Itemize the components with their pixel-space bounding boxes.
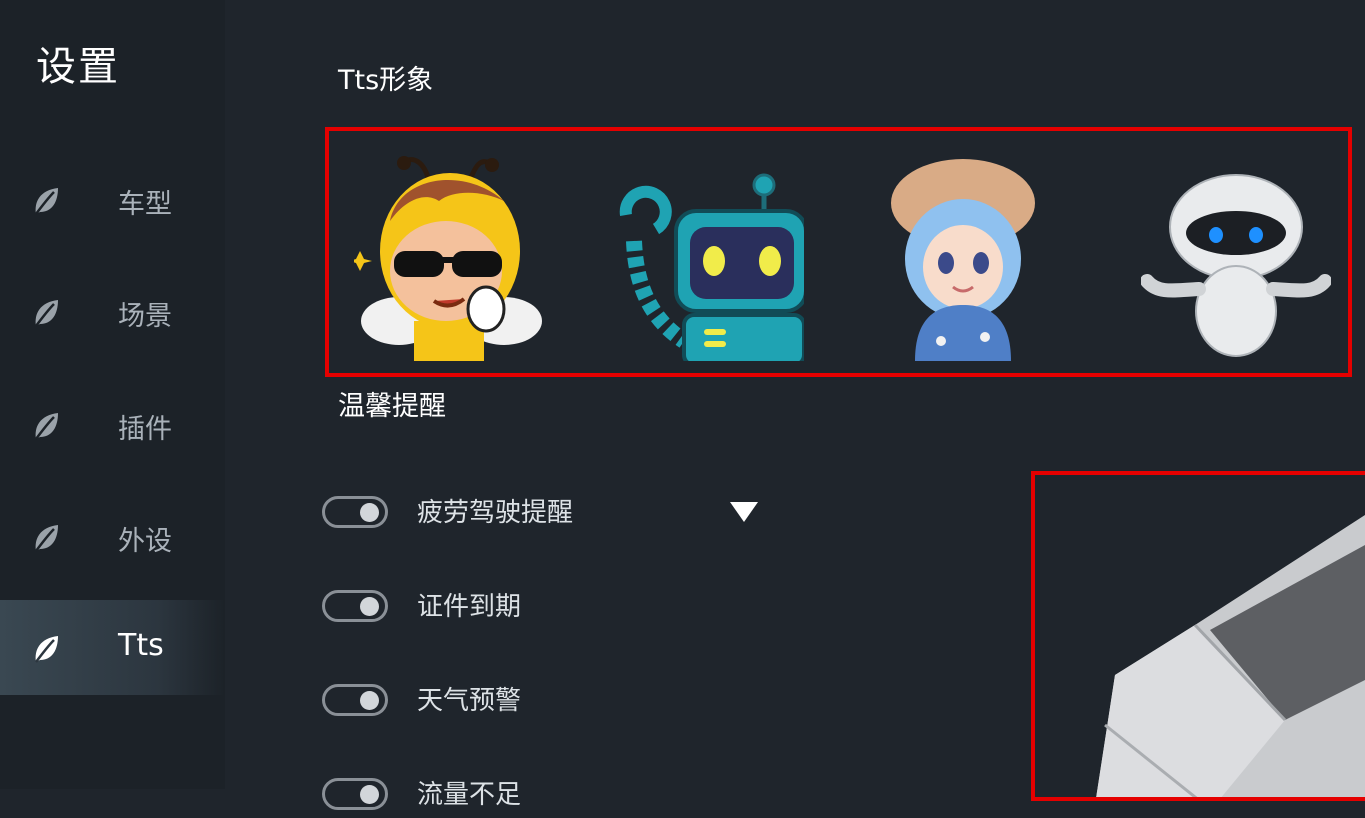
reminder-data-low: 流量不足 bbox=[322, 778, 782, 818]
reminder-fatigue-driving: 疲劳驾驶提醒 bbox=[322, 496, 782, 536]
toggle-label: 证件到期 bbox=[417, 592, 522, 622]
avatar-selector bbox=[325, 127, 1352, 377]
teal-robot-avatar[interactable] bbox=[614, 141, 804, 361]
sidebar-item-scene[interactable]: 场景 bbox=[0, 264, 225, 359]
white-robot-3d-model bbox=[1096, 515, 1365, 797]
leaf-icon bbox=[35, 188, 58, 215]
toggle-knob bbox=[360, 597, 379, 616]
reminders-title: 温馨提醒 bbox=[338, 391, 446, 422]
weather-warning-toggle[interactable] bbox=[322, 684, 388, 716]
data-low-toggle[interactable] bbox=[322, 778, 388, 810]
toggle-knob bbox=[360, 503, 379, 522]
sidebar-item-label: Tts bbox=[118, 628, 164, 663]
bee-sunglasses-avatar[interactable] bbox=[354, 141, 544, 361]
toggle-knob bbox=[360, 785, 379, 804]
sidebar: 设置 车型 场景 插件 外设 Tts bbox=[0, 0, 225, 789]
leaf-icon bbox=[35, 413, 58, 440]
document-expiry-toggle[interactable] bbox=[322, 590, 388, 622]
leaf-icon bbox=[35, 300, 58, 327]
leaf-icon bbox=[35, 525, 58, 552]
toggle-label: 流量不足 bbox=[417, 780, 522, 810]
dropdown-arrow-icon[interactable] bbox=[730, 502, 758, 522]
leaf-icon bbox=[35, 636, 58, 663]
sidebar-item-label: 外设 bbox=[118, 526, 172, 557]
tts-avatar-title: Tts形象 bbox=[338, 65, 434, 96]
sidebar-item-label: 插件 bbox=[118, 414, 172, 445]
toggle-knob bbox=[360, 691, 379, 710]
avatar-preview bbox=[1031, 471, 1365, 801]
toggle-label: 天气预警 bbox=[417, 686, 522, 716]
sidebar-item-label: 车型 bbox=[118, 189, 172, 220]
fatigue-driving-toggle[interactable] bbox=[322, 496, 388, 528]
white-robot-avatar[interactable] bbox=[1141, 141, 1331, 361]
reminder-weather-warning: 天气预警 bbox=[322, 684, 782, 724]
sidebar-item-car-model[interactable]: 车型 bbox=[0, 152, 225, 247]
sidebar-item-tts[interactable]: Tts bbox=[0, 600, 225, 695]
toggle-label: 疲劳驾驶提醒 bbox=[417, 498, 574, 528]
sidebar-item-plugin[interactable]: 插件 bbox=[0, 377, 225, 472]
sidebar-item-peripheral[interactable]: 外设 bbox=[0, 489, 225, 584]
page-title: 设置 bbox=[36, 44, 120, 90]
reminder-document-expiry: 证件到期 bbox=[322, 590, 782, 630]
sidebar-item-label: 场景 bbox=[118, 301, 172, 332]
blue-hair-girl-avatar[interactable] bbox=[891, 141, 1081, 361]
